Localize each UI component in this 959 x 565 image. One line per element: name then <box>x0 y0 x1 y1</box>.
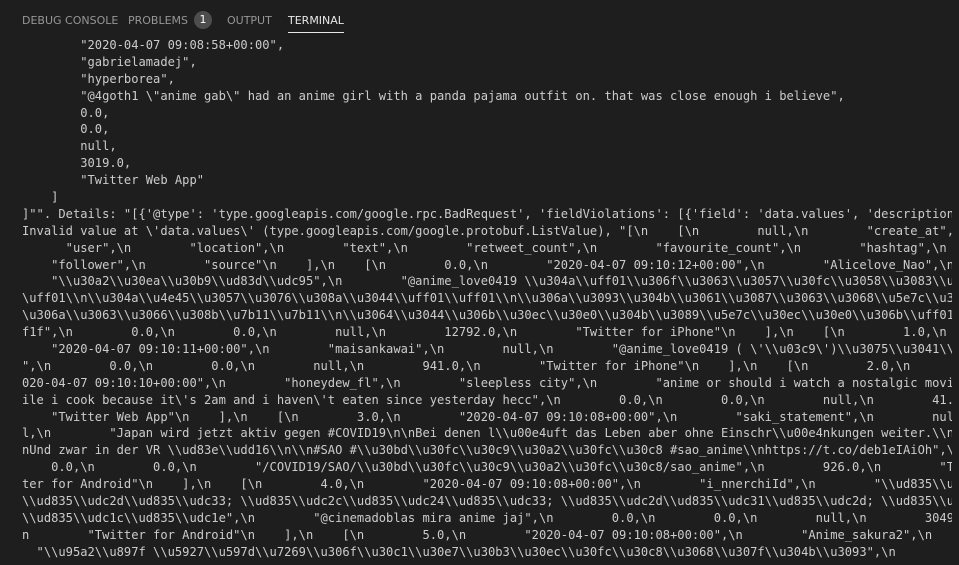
terminal-line: 0.0, <box>22 122 110 137</box>
terminal-line: n "Twitter for Android"\n ],\n [\n 5.0,\… <box>22 527 933 542</box>
terminal-line: 3019.0, <box>22 156 132 171</box>
terminal-line: 0.0, <box>22 105 110 120</box>
tab-terminal[interactable]: TERMINAL <box>288 0 344 41</box>
terminal-line: "@4goth1 \"anime gab\" had an anime girl… <box>22 88 845 103</box>
terminal-line: ile i cook because it\'s 2am and i haven… <box>22 392 952 407</box>
terminal-output[interactable]: "2020-04-07 09:08:58+00:00", "gabrielama… <box>22 37 952 561</box>
tab-terminal-label: TERMINAL <box>288 14 344 27</box>
terminal-line: 020-04-07 09:10:10+00:00",\n "honeydew_f… <box>22 375 952 390</box>
terminal-line: "gabrielamadej", <box>22 54 197 69</box>
terminal-line: "user",\n "location",\n "text",\n "retwe… <box>22 240 947 255</box>
terminal-line: "follower",\n "source"\n ],\n [\n 0.0,\n… <box>22 257 952 272</box>
terminal-line: l,\n "Japan wird jetzt aktiv gegen #COVI… <box>22 426 952 441</box>
terminal-line: \uff01\\n\\u304a\\u4e45\\u3057\\u3076\\u… <box>22 291 952 306</box>
terminal-line: f1f",\n 0.0,\n 0.0,\n null,\n 12792.0,\n… <box>22 325 947 340</box>
tab-problems-label: PROBLEMS <box>128 14 189 27</box>
terminal-line: \u306a\\u3063\\u3066\\u308b\\u7b11\\u7b1… <box>22 308 952 323</box>
terminal-line: "2020-04-07 09:10:11+00:00",\n "maisanka… <box>22 342 952 357</box>
terminal-line: \\ud835\\udc1c\\ud835\\udc1e",\n "@cinem… <box>22 510 952 525</box>
terminal-line: 0.0,\n 0.0,\n "/COVID19/SAO/\\u30bd\\u30… <box>22 460 952 475</box>
terminal-line: "\\u95a2\\u897f \\u5927\\u597d\\u7269\\u… <box>22 544 952 559</box>
terminal-line: "Twitter Web App" <box>22 173 205 188</box>
tab-debug-console[interactable]: DEBUG CONSOLE <box>22 0 118 41</box>
terminal-line: Invalid value at \'data.values\' (type.g… <box>22 223 952 238</box>
tab-output-label: OUTPUT <box>227 14 272 27</box>
panel-tab-bar: DEBUG CONSOLE PROBLEMS 1 OUTPUT TERMINAL <box>0 0 959 41</box>
bottom-panel: DEBUG CONSOLE PROBLEMS 1 OUTPUT TERMINAL … <box>0 0 959 565</box>
terminal-line: ]"". Details: "[{'@type': 'type.googleap… <box>22 206 952 221</box>
active-tab-indicator <box>288 32 344 33</box>
terminal-line: ter for Android"\n ],\n [\n 4.0,\n "2020… <box>22 477 952 492</box>
terminal-line: "\\u30a2\\u30ea\\u30b9\\ud83d\\udc95",\n… <box>22 274 952 289</box>
terminal-line: nUnd zwar in der VR \\ud83e\\udd16\\n\\n… <box>22 443 952 458</box>
terminal-line: ",\n 0.0,\n 0.0,\n null,\n 941.0,\n "Twi… <box>22 358 952 373</box>
terminal-line: \\ud835\\udc2d\\ud835\\udc33; \\ud835\\u… <box>22 494 952 509</box>
tab-output[interactable]: OUTPUT <box>227 0 272 41</box>
tab-debug-console-label: DEBUG CONSOLE <box>22 14 119 27</box>
terminal-line: "Twitter Web App"\n ],\n [\n 3.0,\n "202… <box>22 409 952 424</box>
problems-count-badge: 1 <box>194 11 213 29</box>
tab-problems[interactable]: PROBLEMS 1 <box>128 0 213 41</box>
terminal-line: "2020-04-07 09:08:58+00:00", <box>22 38 285 52</box>
terminal-line: ] <box>22 190 59 205</box>
terminal-line: "hyperborea", <box>22 71 175 86</box>
terminal-line: null, <box>22 139 117 154</box>
